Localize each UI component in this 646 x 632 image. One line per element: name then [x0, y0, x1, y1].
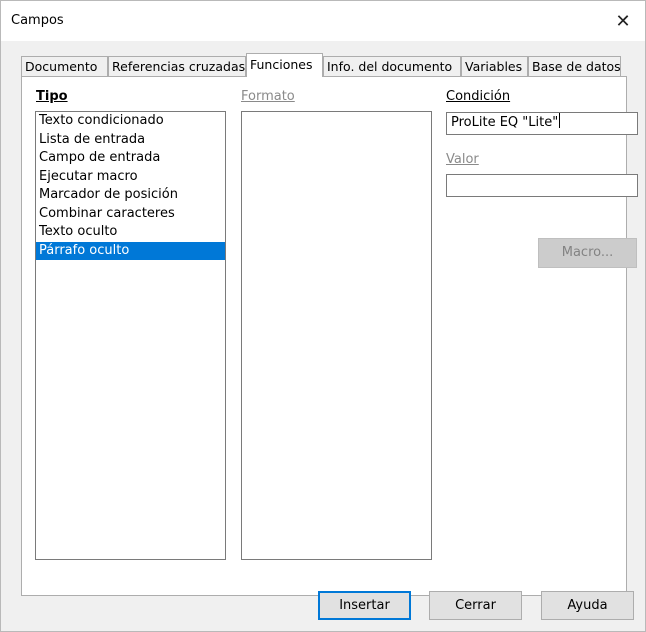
list-item[interactable]: Marcador de posición	[36, 186, 225, 205]
title-bar: Campos ✕	[1, 1, 645, 41]
valor-label: Valor	[446, 152, 479, 167]
tab-funciones[interactable]: Funciones	[246, 53, 323, 77]
list-item[interactable]: Lista de entrada	[36, 131, 225, 150]
tipo-listbox[interactable]: Texto condicionado Lista de entrada Camp…	[35, 111, 226, 560]
tab-info-documento[interactable]: Info. del documento	[323, 56, 461, 76]
macro-button[interactable]: Macro...	[538, 238, 637, 268]
text-caret	[559, 113, 561, 128]
close-icon[interactable]: ✕	[601, 1, 645, 41]
campos-dialog: Campos ✕ Documento Referencias cruzadas …	[0, 0, 646, 632]
tab-variables[interactable]: Variables	[461, 56, 528, 76]
insertar-button[interactable]: Insertar	[318, 591, 411, 620]
ayuda-button[interactable]: Ayuda	[541, 591, 634, 620]
formato-label: Formato	[241, 89, 295, 104]
list-item[interactable]: Texto oculto	[36, 223, 225, 242]
tipo-label: Tipo	[36, 89, 68, 104]
condicion-label: Condición	[446, 89, 511, 104]
tab-referencias-cruzadas[interactable]: Referencias cruzadas	[108, 56, 246, 76]
valor-field[interactable]	[446, 174, 638, 197]
list-item[interactable]: Ejecutar macro	[36, 168, 225, 187]
tab-base-de-datos[interactable]: Base de datos	[528, 56, 621, 76]
list-item-selected[interactable]: Párrafo oculto	[36, 241, 225, 260]
condicion-field[interactable]: ProLite EQ "Lite"	[446, 112, 638, 135]
list-item[interactable]: Campo de entrada	[36, 149, 225, 168]
window-title: Campos	[11, 13, 64, 28]
condicion-value: ProLite EQ "Lite"	[451, 115, 559, 130]
tab-panel-funciones: Tipo Texto condicionado Lista de entrada…	[21, 76, 638, 596]
list-item[interactable]: Combinar caracteres	[36, 205, 225, 224]
tab-documento[interactable]: Documento	[21, 56, 108, 76]
list-item[interactable]: Texto condicionado	[36, 112, 225, 131]
cerrar-button[interactable]: Cerrar	[429, 591, 522, 620]
formato-listbox[interactable]	[241, 111, 432, 560]
